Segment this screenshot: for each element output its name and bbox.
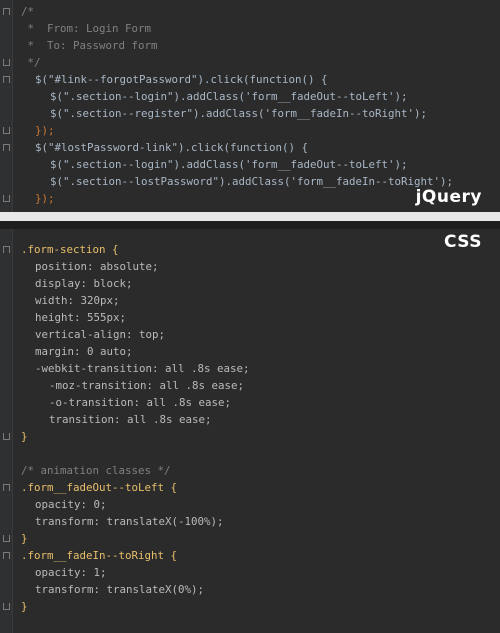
code-line: display: block; bbox=[0, 275, 133, 292]
code-line: $("#lostPassword-link").click(function()… bbox=[0, 139, 308, 156]
code-line: $(".section--login").addClass('form__fad… bbox=[0, 88, 408, 105]
code-text: $("#link--forgotPassword").click(functio… bbox=[35, 73, 328, 86]
code-text: width: 320px; bbox=[35, 294, 120, 307]
code-line: } bbox=[0, 598, 28, 615]
code-text: -o-transition: all .8s ease; bbox=[49, 396, 232, 409]
code-text: height: 555px; bbox=[35, 311, 127, 324]
fold-toggle-icon[interactable] bbox=[3, 195, 10, 202]
code-line: vertical-align: top; bbox=[0, 326, 165, 343]
fold-toggle-icon[interactable] bbox=[3, 433, 10, 440]
code-text: opacity: 0; bbox=[35, 498, 107, 511]
code-text: margin: 0 auto; bbox=[35, 345, 133, 358]
code-text: $(".section--login").addClass('form__fad… bbox=[50, 158, 408, 171]
panel-divider bbox=[0, 212, 500, 221]
code-text: $(".section--register").addClass('form__… bbox=[50, 107, 428, 120]
code-line: transform: translateX(0%); bbox=[0, 581, 204, 598]
code-line: .form__fadeOut--toLeft { bbox=[0, 479, 177, 496]
code-text: transform: translateX(0%); bbox=[35, 583, 205, 596]
code-text: opacity: 1; bbox=[35, 566, 107, 579]
fold-toggle-icon[interactable] bbox=[3, 246, 10, 253]
fold-toggle-icon[interactable] bbox=[3, 144, 10, 151]
code-line: margin: 0 auto; bbox=[0, 343, 133, 360]
code-line: .form-section { bbox=[0, 241, 119, 258]
code-text: transition: all .8s ease; bbox=[49, 413, 212, 426]
code-line: }); bbox=[0, 122, 55, 139]
code-text: position: absolute; bbox=[35, 260, 159, 273]
code-text: /* bbox=[21, 5, 35, 18]
code-line: /* animation classes */ bbox=[0, 462, 171, 479]
css-code-panel: CSS .form-section { position: absolute; … bbox=[0, 229, 500, 633]
code-line: opacity: 1; bbox=[0, 564, 107, 581]
code-line: $(".section--lostPassword").addClass('fo… bbox=[0, 173, 453, 190]
fold-toggle-icon[interactable] bbox=[3, 552, 10, 559]
code-text: display: block; bbox=[35, 277, 133, 290]
code-line: } bbox=[0, 530, 28, 547]
code-line: .form__fadeIn--toRight { bbox=[0, 547, 177, 564]
code-text: .form__fadeOut--toLeft { bbox=[21, 481, 178, 494]
code-text: -webkit-transition: all .8s ease; bbox=[35, 362, 250, 375]
fold-toggle-icon[interactable] bbox=[3, 76, 10, 83]
code-line: -webkit-transition: all .8s ease; bbox=[0, 360, 250, 377]
fold-toggle-icon[interactable] bbox=[3, 535, 10, 542]
code-text: $("#lostPassword-link").click(function()… bbox=[35, 141, 309, 154]
code-text: -moz-transition: all .8s ease; bbox=[49, 379, 245, 392]
code-line: width: 320px; bbox=[0, 292, 120, 309]
code-line: position: absolute; bbox=[0, 258, 159, 275]
code-text: $(".section--login").addClass('form__fad… bbox=[50, 90, 408, 103]
code-text: $(".section--lostPassword").addClass('fo… bbox=[50, 175, 454, 188]
code-text: }); bbox=[35, 124, 55, 137]
fold-toggle-icon[interactable] bbox=[3, 8, 10, 15]
code-line: */ bbox=[0, 54, 41, 71]
code-text: * From: Login Form bbox=[21, 22, 152, 35]
code-line: opacity: 0; bbox=[0, 496, 107, 513]
code-line: * From: Login Form bbox=[0, 20, 152, 37]
fold-toggle-icon[interactable] bbox=[3, 484, 10, 491]
code-text: .form__fadeIn--toRight { bbox=[21, 549, 178, 562]
code-text: .form-section { bbox=[21, 243, 119, 256]
code-line: * To: Password form bbox=[0, 37, 158, 54]
code-line: }); bbox=[0, 190, 55, 207]
code-text: /* animation classes */ bbox=[21, 464, 171, 477]
code-text: transform: translateX(-100%); bbox=[35, 515, 224, 528]
code-text: } bbox=[21, 600, 28, 613]
code-line: $("#link--forgotPassword").click(functio… bbox=[0, 71, 328, 88]
code-text: * To: Password form bbox=[21, 39, 158, 52]
css-badge: CSS bbox=[443, 232, 482, 252]
fold-toggle-icon[interactable] bbox=[3, 59, 10, 66]
code-line: /* bbox=[0, 3, 34, 20]
code-line: -o-transition: all .8s ease; bbox=[0, 394, 231, 411]
code-line: $(".section--register").addClass('form__… bbox=[0, 105, 427, 122]
code-line: } bbox=[0, 428, 28, 445]
jquery-code-panel: /* * From: Login Form * To: Password for… bbox=[0, 0, 500, 212]
jquery-badge: jQuery bbox=[415, 187, 482, 207]
code-text: }); bbox=[35, 192, 55, 205]
code-line: $(".section--login").addClass('form__fad… bbox=[0, 156, 408, 173]
code-text: vertical-align: top; bbox=[35, 328, 166, 341]
code-text: */ bbox=[21, 56, 41, 69]
fold-toggle-icon[interactable] bbox=[3, 127, 10, 134]
code-text: } bbox=[21, 430, 28, 443]
code-text: } bbox=[21, 532, 28, 545]
code-line: transform: translateX(-100%); bbox=[0, 513, 224, 530]
fold-toggle-icon[interactable] bbox=[3, 603, 10, 610]
code-line: transition: all .8s ease; bbox=[0, 411, 212, 428]
code-line: height: 555px; bbox=[0, 309, 126, 326]
panel-divider bbox=[0, 221, 500, 229]
code-line: -moz-transition: all .8s ease; bbox=[0, 377, 244, 394]
